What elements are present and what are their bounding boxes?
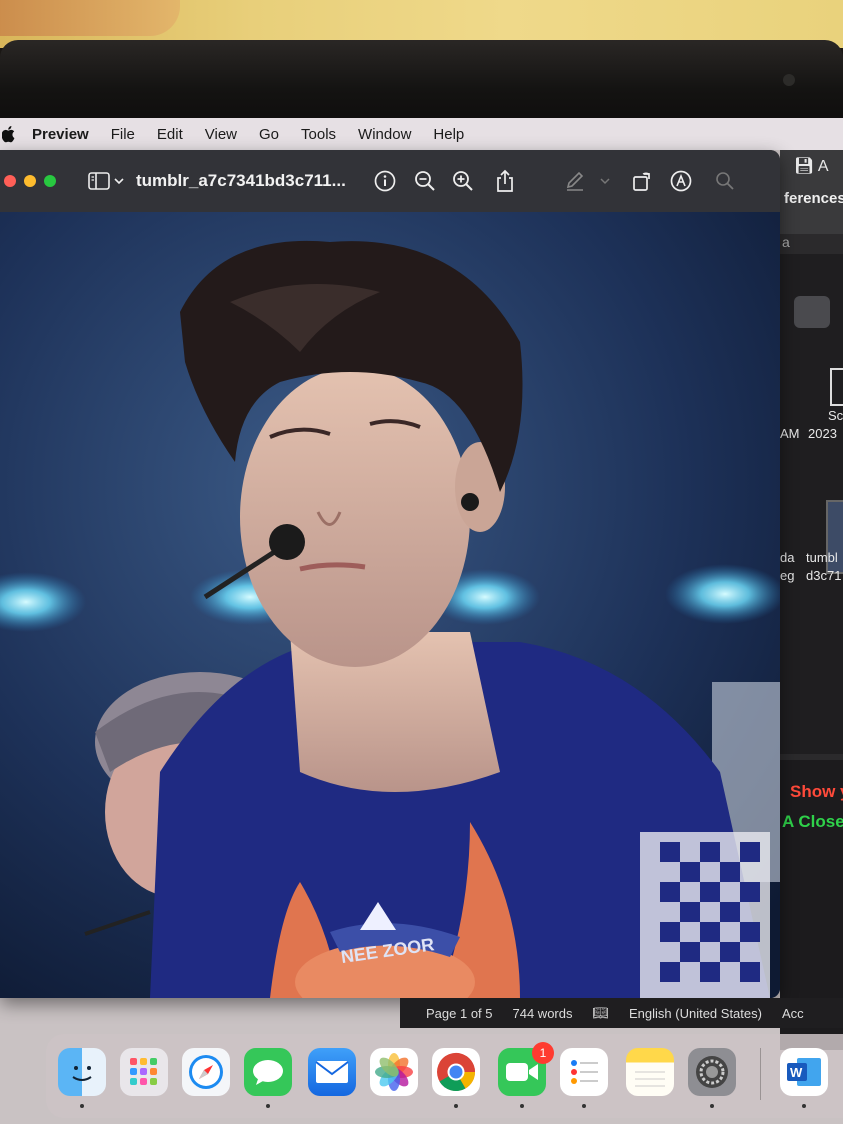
file-label-year: 2023 [808, 426, 837, 441]
menu-help[interactable]: Help [433, 126, 464, 143]
share-icon[interactable] [492, 168, 518, 194]
accessibility-indicator[interactable]: Acc [782, 1006, 804, 1021]
system-settings-icon[interactable] [688, 1048, 736, 1096]
markup-chevron-icon[interactable] [598, 168, 612, 194]
markup-pen-icon[interactable] [562, 168, 588, 194]
grid-view-icon[interactable] [794, 296, 830, 328]
finder-icon[interactable] [58, 1048, 106, 1096]
file-label-da: da [780, 550, 795, 565]
menu-view[interactable]: View [205, 126, 237, 143]
chrome-running-dot [454, 1104, 458, 1108]
dock-separator [760, 1048, 761, 1100]
chrome-icon[interactable] [432, 1048, 480, 1096]
chevron-down-icon[interactable] [112, 168, 126, 194]
rotate-icon[interactable] [630, 168, 656, 194]
notes-icon[interactable] [626, 1048, 674, 1096]
file-thumbnail-icon[interactable] [830, 368, 843, 406]
sidebar-icon[interactable] [86, 168, 112, 194]
facetime-running-dot [520, 1104, 524, 1108]
preview-window: tumblr_a7c7341bd3c711... NEE ZOOR [0, 150, 780, 998]
proofing-icon[interactable]: 📖︎ [592, 1005, 609, 1021]
webcam [783, 74, 795, 86]
mail-icon[interactable] [308, 1048, 356, 1096]
annotate-icon[interactable] [668, 168, 694, 194]
menu-tools[interactable]: Tools [301, 126, 336, 143]
menu-edit[interactable]: Edit [157, 126, 183, 143]
concert-photo: NEE ZOOR [0, 212, 780, 998]
close-window-button[interactable] [4, 175, 16, 187]
file-label-eg: eg [780, 568, 795, 583]
finder-running-dot [80, 1104, 84, 1108]
launchpad-icon[interactable] [120, 1048, 168, 1096]
photos-icon[interactable] [370, 1048, 418, 1096]
apple-icon[interactable] [2, 125, 16, 143]
menu-window[interactable]: Window [358, 126, 411, 143]
zoom-out-icon[interactable] [412, 168, 438, 194]
messages-icon[interactable] [244, 1048, 292, 1096]
file-label-sc: Sc [828, 408, 843, 423]
page-count[interactable]: Page 1 of 5 [426, 1006, 493, 1021]
preview-titlebar: tumblr_a7c7341bd3c711... [0, 150, 780, 212]
word-icon[interactable]: W [780, 1048, 828, 1096]
settings-running-dot [710, 1104, 714, 1108]
menu-app-name[interactable]: Preview [32, 126, 89, 143]
svg-text:W: W [790, 1065, 803, 1080]
word-tab-references[interactable]: ferences [784, 190, 843, 207]
language-indicator[interactable]: English (United States) [629, 1006, 762, 1021]
minimize-window-button[interactable] [24, 175, 36, 187]
file-label-am: AM [780, 426, 800, 441]
document-green-text: A Close [782, 812, 843, 831]
menu-bar: Preview File Edit View Go Tools Window H… [0, 118, 843, 150]
reminders-icon[interactable] [560, 1048, 608, 1096]
word-toolbar: 💾︎ A ferences [780, 150, 843, 234]
document-red-text: Show y [790, 782, 843, 801]
background-word-window: 💾︎ A ferences a Sc AM 2023 da eg tumbl d… [780, 150, 843, 1050]
zoom-window-button[interactable] [44, 175, 56, 187]
zoom-in-icon[interactable] [450, 168, 476, 194]
menu-go[interactable]: Go [259, 126, 279, 143]
info-icon[interactable] [372, 168, 398, 194]
file-label-d3c71: d3c71 [806, 568, 842, 583]
wall-decoration [0, 0, 180, 36]
search-icon[interactable] [712, 168, 738, 194]
document-title: tumblr_a7c7341bd3c711... [136, 171, 346, 190]
facetime-badge: 1 [532, 1042, 554, 1064]
word-status-bar: Page 1 of 5 744 words 📖︎ English (United… [400, 998, 843, 1028]
messages-running-dot [266, 1104, 270, 1108]
file-label-tumbl: tumbl [806, 550, 838, 565]
word-count[interactable]: 744 words [513, 1006, 573, 1021]
document-image[interactable]: NEE ZOOR [0, 212, 780, 998]
font-selector-fragment[interactable]: a [782, 234, 790, 250]
safari-icon[interactable] [182, 1048, 230, 1096]
monitor-bezel [0, 40, 843, 122]
word-running-dot [802, 1104, 806, 1108]
screen: Preview File Edit View Go Tools Window H… [0, 118, 843, 1124]
dock: 1 W [46, 1034, 843, 1118]
save-icon[interactable]: 💾︎ A [794, 156, 829, 176]
menu-file[interactable]: File [111, 126, 135, 143]
reminders-running-dot [582, 1104, 586, 1108]
